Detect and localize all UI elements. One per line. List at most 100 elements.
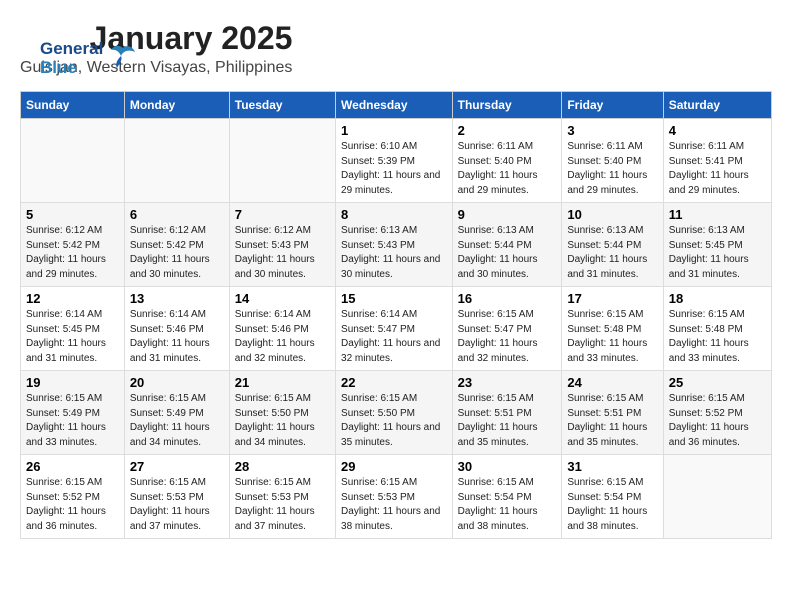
day-info: Sunrise: 6:14 AMSunset: 5:46 PMDaylight:… — [235, 308, 330, 366]
day-number: 9 — [458, 207, 557, 222]
day-number: 28 — [235, 459, 330, 474]
day-number: 27 — [130, 459, 224, 474]
day-info: Sunrise: 6:15 AMSunset: 5:49 PMDaylight:… — [130, 392, 224, 450]
day-number: 24 — [567, 375, 657, 390]
day-info: Sunrise: 6:10 AMSunset: 5:39 PMDaylight:… — [341, 140, 447, 198]
day-info: Sunrise: 6:12 AMSunset: 5:42 PMDaylight:… — [26, 224, 119, 282]
day-info: Sunrise: 6:12 AMSunset: 5:42 PMDaylight:… — [130, 224, 224, 282]
calendar-cell: 24Sunrise: 6:15 AMSunset: 5:51 PMDayligh… — [562, 371, 663, 455]
day-info: Sunrise: 6:14 AMSunset: 5:46 PMDaylight:… — [130, 308, 224, 366]
day-info: Sunrise: 6:15 AMSunset: 5:53 PMDaylight:… — [235, 476, 330, 534]
calendar-row: 1 Sunrise: 6:10 AMSunset: 5:39 PMDaylight… — [21, 119, 772, 203]
calendar-row: 26 Sunrise: 6:15 AMSunset: 5:52 PMDayligh… — [21, 455, 772, 539]
calendar-row: 12 Sunrise: 6:14 AMSunset: 5:45 PMDayligh… — [21, 287, 772, 371]
calendar-cell: 14 Sunrise: 6:14 AMSunset: 5:46 PMDayligh… — [229, 287, 335, 371]
calendar-cell — [663, 455, 771, 539]
calendar-cell: 3Sunrise: 6:11 AMSunset: 5:40 PMDaylight… — [562, 119, 663, 203]
day-number: 20 — [130, 375, 224, 390]
calendar-cell: 18 Sunrise: 6:15 AMSunset: 5:48 PMDayligh… — [663, 287, 771, 371]
day-number: 6 — [130, 207, 224, 222]
logo-bird-icon — [109, 42, 137, 75]
day-info: Sunrise: 6:15 AMSunset: 5:49 PMDaylight:… — [26, 392, 119, 450]
day-info: Sunrise: 6:13 AMSunset: 5:43 PMDaylight:… — [341, 224, 447, 282]
calendar-cell: 19 Sunrise: 6:15 AMSunset: 5:49 PMDayligh… — [21, 371, 125, 455]
day-info: Sunrise: 6:14 AMSunset: 5:45 PMDaylight:… — [26, 308, 119, 366]
day-info: Sunrise: 6:15 AMSunset: 5:53 PMDaylight:… — [130, 476, 224, 534]
col-header-saturday: Saturday — [663, 92, 771, 119]
calendar-cell: 6 Sunrise: 6:12 AMSunset: 5:42 PMDaylight… — [124, 203, 229, 287]
calendar-cell: 30 Sunrise: 6:15 AMSunset: 5:54 PMDayligh… — [452, 455, 562, 539]
day-number: 12 — [26, 291, 119, 306]
day-number: 14 — [235, 291, 330, 306]
calendar-cell: 27 Sunrise: 6:15 AMSunset: 5:53 PMDayligh… — [124, 455, 229, 539]
day-number: 2 — [458, 123, 557, 138]
day-info: Sunrise: 6:15 AMSunset: 5:52 PMDaylight:… — [26, 476, 119, 534]
day-number: 15 — [341, 291, 447, 306]
day-info: Sunrise: 6:14 AMSunset: 5:47 PMDaylight:… — [341, 308, 447, 366]
day-number: 10 — [567, 207, 657, 222]
day-info: Sunrise: 6:15 AMSunset: 5:50 PMDaylight:… — [235, 392, 330, 450]
logo: General Blue — [40, 40, 137, 77]
day-number: 8 — [341, 207, 447, 222]
day-info: Sunrise: 6:15 AMSunset: 5:48 PMDaylight:… — [567, 308, 657, 366]
day-number: 30 — [458, 459, 557, 474]
calendar-cell: 22Sunrise: 6:15 AMSunset: 5:50 PMDayligh… — [336, 371, 453, 455]
day-info: Sunrise: 6:12 AMSunset: 5:43 PMDaylight:… — [235, 224, 330, 282]
col-header-sunday: Sunday — [21, 92, 125, 119]
col-header-friday: Friday — [562, 92, 663, 119]
calendar-cell: 10 Sunrise: 6:13 AMSunset: 5:44 PMDayligh… — [562, 203, 663, 287]
calendar-cell: 2 Sunrise: 6:11 AMSunset: 5:40 PMDaylight… — [452, 119, 562, 203]
col-header-tuesday: Tuesday — [229, 92, 335, 119]
day-number: 4 — [669, 123, 766, 138]
day-number: 7 — [235, 207, 330, 222]
calendar-cell: 15 Sunrise: 6:14 AMSunset: 5:47 PMDayligh… — [336, 287, 453, 371]
day-info: Sunrise: 6:15 AMSunset: 5:54 PMDaylight:… — [567, 476, 657, 534]
day-number: 16 — [458, 291, 557, 306]
day-number: 19 — [26, 375, 119, 390]
day-number: 18 — [669, 291, 766, 306]
logo-general: General — [40, 40, 103, 59]
day-info: Sunrise: 6:15 AMSunset: 5:52 PMDaylight:… — [669, 392, 766, 450]
calendar-cell: 16Sunrise: 6:15 AMSunset: 5:47 PMDayligh… — [452, 287, 562, 371]
calendar-cell: 23Sunrise: 6:15 AMSunset: 5:51 PMDayligh… — [452, 371, 562, 455]
calendar-cell: 17 Sunrise: 6:15 AMSunset: 5:48 PMDayligh… — [562, 287, 663, 371]
calendar-cell: 11Sunrise: 6:13 AMSunset: 5:45 PMDayligh… — [663, 203, 771, 287]
calendar-cell: 1 Sunrise: 6:10 AMSunset: 5:39 PMDaylight… — [336, 119, 453, 203]
day-number: 31 — [567, 459, 657, 474]
calendar-cell — [124, 119, 229, 203]
day-number: 21 — [235, 375, 330, 390]
calendar-cell: 12 Sunrise: 6:14 AMSunset: 5:45 PMDayligh… — [21, 287, 125, 371]
day-info: Sunrise: 6:13 AMSunset: 5:44 PMDaylight:… — [458, 224, 557, 282]
calendar-table: SundayMondayTuesdayWednesdayThursdayFrid… — [20, 91, 772, 539]
calendar-cell: 29Sunrise: 6:15 AMSunset: 5:53 PMDayligh… — [336, 455, 453, 539]
day-number: 25 — [669, 375, 766, 390]
calendar-cell: 20 Sunrise: 6:15 AMSunset: 5:49 PMDayligh… — [124, 371, 229, 455]
calendar-cell: 21 Sunrise: 6:15 AMSunset: 5:50 PMDayligh… — [229, 371, 335, 455]
calendar-cell — [21, 119, 125, 203]
day-info: Sunrise: 6:15 AMSunset: 5:54 PMDaylight:… — [458, 476, 557, 534]
calendar-row: 19 Sunrise: 6:15 AMSunset: 5:49 PMDayligh… — [21, 371, 772, 455]
calendar-row: 5 Sunrise: 6:12 AMSunset: 5:42 PMDaylight… — [21, 203, 772, 287]
day-number: 11 — [669, 207, 766, 222]
day-info: Sunrise: 6:11 AMSunset: 5:40 PMDaylight:… — [458, 140, 557, 198]
day-number: 17 — [567, 291, 657, 306]
calendar-cell: 25 Sunrise: 6:15 AMSunset: 5:52 PMDayligh… — [663, 371, 771, 455]
day-info: Sunrise: 6:15 AMSunset: 5:48 PMDaylight:… — [669, 308, 766, 366]
day-number: 3 — [567, 123, 657, 138]
calendar-cell: 5 Sunrise: 6:12 AMSunset: 5:42 PMDaylight… — [21, 203, 125, 287]
calendar-cell: 26 Sunrise: 6:15 AMSunset: 5:52 PMDayligh… — [21, 455, 125, 539]
day-info: Sunrise: 6:15 AMSunset: 5:51 PMDaylight:… — [458, 392, 557, 450]
day-number: 29 — [341, 459, 447, 474]
calendar-cell — [229, 119, 335, 203]
col-header-monday: Monday — [124, 92, 229, 119]
calendar-cell: 4 Sunrise: 6:11 AMSunset: 5:41 PMDaylight… — [663, 119, 771, 203]
day-info: Sunrise: 6:15 AMSunset: 5:50 PMDaylight:… — [341, 392, 447, 450]
day-number: 1 — [341, 123, 447, 138]
day-info: Sunrise: 6:11 AMSunset: 5:41 PMDaylight:… — [669, 140, 766, 198]
calendar-cell: 8 Sunrise: 6:13 AMSunset: 5:43 PMDaylight… — [336, 203, 453, 287]
calendar-cell: 13Sunrise: 6:14 AMSunset: 5:46 PMDayligh… — [124, 287, 229, 371]
calendar-cell: 7 Sunrise: 6:12 AMSunset: 5:43 PMDaylight… — [229, 203, 335, 287]
day-number: 5 — [26, 207, 119, 222]
day-info: Sunrise: 6:13 AMSunset: 5:44 PMDaylight:… — [567, 224, 657, 282]
day-number: 26 — [26, 459, 119, 474]
